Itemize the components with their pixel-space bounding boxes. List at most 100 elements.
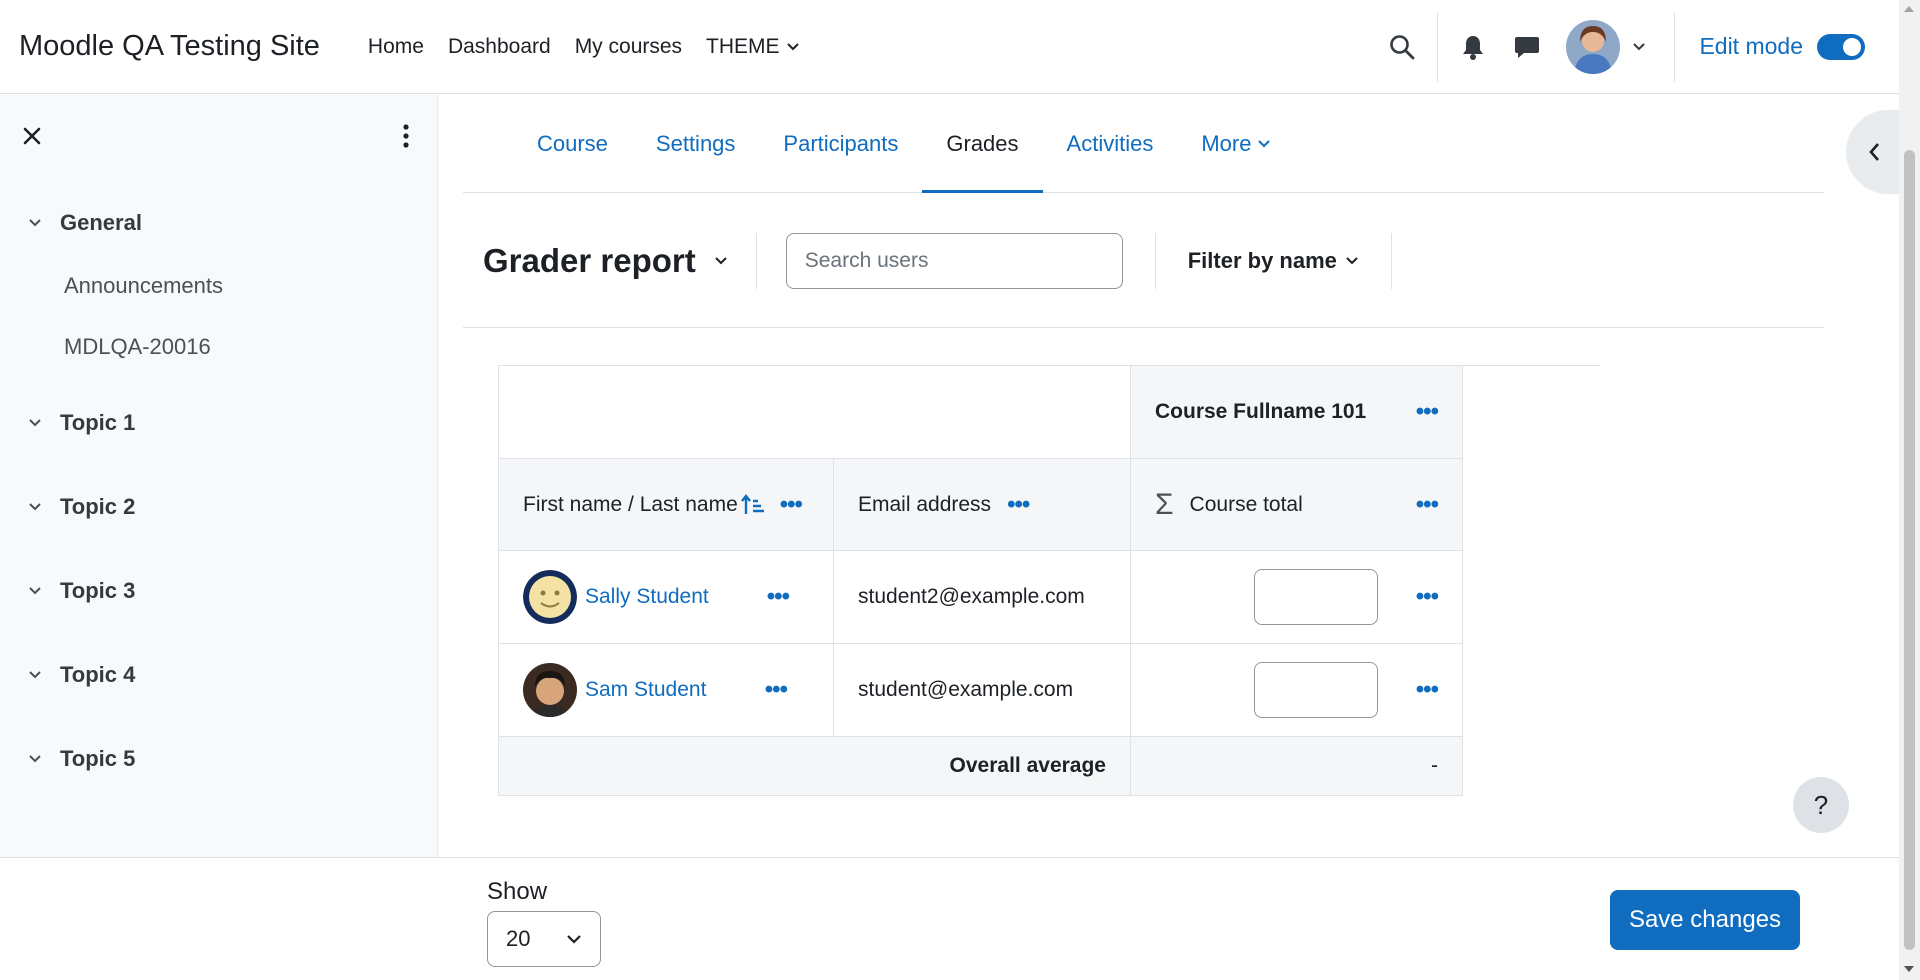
toolbar-divider [1390,232,1392,289]
average-label-cell: Overall average [498,736,1131,796]
per-page-value: 20 [506,926,531,951]
chevron-down-icon [1346,256,1358,264]
messages-button[interactable] [1500,20,1554,74]
student-actions-button[interactable]: ••• [765,678,788,702]
activity-link-mdlqa[interactable]: MDLQA-20016 [28,316,437,377]
name-column-actions-button[interactable]: ••• [780,492,803,517]
tab-grades[interactable]: Grades [922,95,1043,193]
course-section-topic-5: Topic 5 [0,717,437,801]
top-navbar: Moodle QA Testing Site Home Dashboard My… [0,0,1899,94]
section-title: Topic 4 [60,662,136,687]
average-label: Overall average [949,754,1106,777]
nav-home[interactable]: Home [356,35,436,59]
page-title: Grader report [483,241,696,279]
email-column-actions-button[interactable]: ••• [1007,492,1030,517]
tab-participants[interactable]: Participants [759,95,922,192]
grade-actions-button[interactable]: ••• [1416,585,1439,609]
search-users-input[interactable] [785,232,1123,289]
scroll-down-arrow-icon[interactable] [1904,966,1914,972]
kebab-menu-icon [403,123,409,148]
notifications-button[interactable] [1446,20,1500,74]
grade-input[interactable] [1253,569,1378,625]
section-toggle-topic-5[interactable]: Topic 5 [28,717,437,801]
section-toggle-topic-2[interactable]: Topic 2 [28,465,437,549]
scrollbar-thumb[interactable] [1904,150,1915,950]
toolbar-divider [755,232,757,289]
grade-cell: ••• [1130,550,1463,644]
scroll-up-arrow-icon[interactable] [1904,6,1914,12]
user-menu-toggle[interactable] [1566,19,1646,74]
help-button[interactable]: ? [1793,777,1849,833]
navbar-divider [1437,11,1439,82]
search-button[interactable] [1375,20,1429,74]
student-link[interactable]: Sally Student [585,585,709,609]
chevron-down-icon [1258,139,1271,147]
section-title: General [60,210,142,235]
section-title: Topic 1 [60,410,136,435]
course-actions-button[interactable]: ••• [1416,400,1439,424]
section-toggle-topic-4[interactable]: Topic 4 [28,633,437,717]
section-toggle-topic-3[interactable]: Topic 3 [28,549,437,633]
overall-average-row: Overall average - [498,736,1463,796]
course-name: Course Fullname 101 [1155,400,1367,423]
report-selector[interactable]: Grader report [483,242,728,280]
section-title: Topic 2 [60,494,136,519]
chevron-down-icon [29,419,41,427]
page-scrollbar[interactable] [1899,0,1920,980]
average-value-cell: - [1130,736,1463,796]
chevron-down-icon [567,935,581,944]
chevron-down-icon [29,755,41,763]
activity-link-announcements[interactable]: Announcements [28,255,437,316]
edit-mode-switch[interactable]: Edit mode [1699,33,1865,60]
chevron-down-icon [29,671,41,679]
chevron-down-icon [29,587,41,595]
close-drawer-button[interactable] [22,126,42,151]
section-toggle-topic-1[interactable]: Topic 1 [28,381,437,465]
nav-dashboard[interactable]: Dashboard [436,35,563,59]
course-section-general: General Announcements MDLQA-20016 [0,181,437,377]
filter-by-name-button[interactable]: Filter by name [1156,248,1391,274]
email-column-header: Email address ••• [833,458,1131,551]
per-page-select[interactable]: 20 [487,911,601,967]
tab-activities[interactable]: Activities [1043,95,1178,192]
tab-settings[interactable]: Settings [632,95,760,192]
nav-my-courses[interactable]: My courses [563,35,694,59]
student-email-cell: student@example.com [833,643,1131,737]
site-name-link[interactable]: Moodle QA Testing Site [19,30,320,63]
grader-table: Course Fullname 101 ••• First name / Las… [498,365,1463,796]
course-header-row: Course Fullname 101 ••• [498,365,1463,459]
sort-ascending-button[interactable] [740,493,766,516]
grade-cell: ••• [1130,643,1463,737]
section-toggle-general[interactable]: General [28,181,437,265]
student-email-cell: student2@example.com [833,550,1131,644]
column-header-row: First name / Last name ••• Email address… [498,458,1463,551]
course-section-topic-3: Topic 3 [0,549,437,633]
total-column-actions-button[interactable]: ••• [1416,492,1439,517]
nav-theme-dropdown[interactable]: THEME [694,35,812,59]
close-icon [23,127,41,144]
chevron-down-icon [1633,42,1646,50]
name-column-header: First name / Last name ••• [498,458,834,551]
student-email: student2@example.com [858,585,1085,608]
grade-input[interactable] [1253,662,1378,718]
bell-icon [1463,35,1484,60]
grade-actions-button[interactable]: ••• [1416,678,1439,702]
student-link[interactable]: Sam Student [585,678,706,702]
student-actions-button[interactable]: ••• [767,585,790,609]
tab-course[interactable]: Course [513,95,632,192]
table-row: Sally Student ••• student2@example.com •… [498,550,1463,644]
drawer-options-button[interactable] [403,123,409,153]
total-column-label: Course total [1189,492,1303,516]
secondary-nav: Course Settings Participants Grades Acti… [463,95,1824,193]
edit-mode-toggle[interactable] [1817,33,1865,60]
tab-more[interactable]: More [1177,95,1295,192]
filter-label: Filter by name [1187,247,1337,273]
sigma-icon: Σ [1155,487,1174,521]
section-title: Topic 5 [60,746,136,771]
chevron-left-icon [1869,143,1879,161]
save-changes-button[interactable]: Save changes [1610,890,1800,950]
student-email: student@example.com [858,678,1074,701]
navbar-divider [1674,11,1676,82]
show-label: Show [487,878,548,905]
table-row: Sam Student ••• student@example.com ••• [498,643,1463,737]
